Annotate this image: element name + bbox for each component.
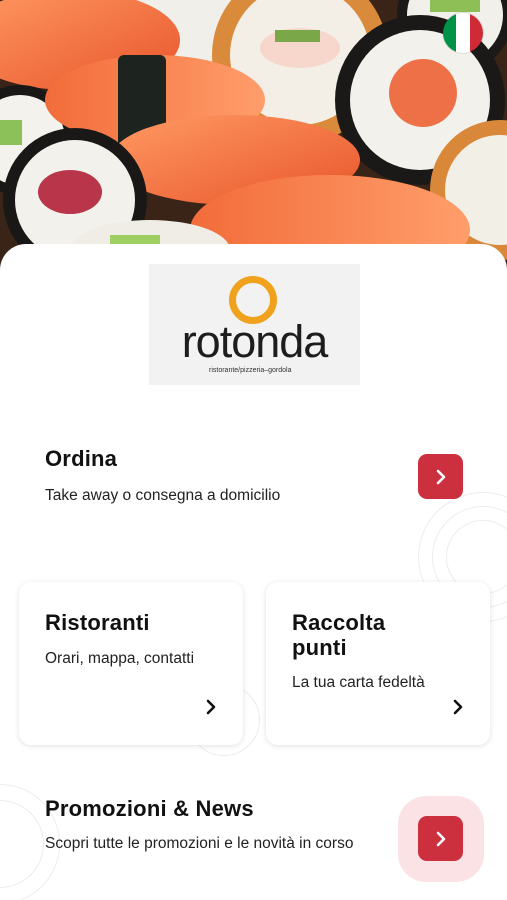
raccolta-punti-card[interactable]: Raccolta punti La tua carta fedeltà — [266, 582, 490, 745]
hero-image — [0, 0, 507, 270]
ordina-button[interactable] — [418, 454, 463, 499]
chevron-right-icon — [453, 699, 463, 715]
ristoranti-subtitle: Orari, mappa, contatti — [45, 650, 195, 667]
chevron-right-icon — [436, 831, 445, 846]
ristoranti-title: Ristoranti — [45, 610, 150, 635]
ordina-subtitle: Take away o consegna a domicilio — [45, 487, 281, 504]
italy-flag-icon[interactable] — [443, 13, 483, 53]
chevron-right-icon — [206, 699, 216, 715]
promozioni-button[interactable] — [418, 816, 463, 861]
ristoranti-card[interactable]: Ristoranti Orari, mappa, contatti — [19, 582, 243, 745]
logo-name: rotonda — [181, 316, 329, 367]
ordina-title: Ordina — [45, 446, 118, 471]
sushi-photo — [0, 0, 507, 270]
chevron-right-icon — [436, 469, 445, 484]
decorative-ring — [0, 800, 44, 888]
promozioni-subtitle: Scopri tutte le promozioni e le novità i… — [45, 835, 354, 852]
promozioni-title: Promozioni & News — [45, 796, 254, 821]
main-card: rotonda ristorante/pizzeria–gordola Ordi… — [0, 244, 507, 900]
logo-tagline: ristorante/pizzeria–gordola — [209, 367, 292, 374]
raccolta-title: Raccolta punti — [292, 610, 386, 660]
raccolta-subtitle: La tua carta fedeltà — [292, 674, 425, 691]
restaurant-logo: rotonda ristorante/pizzeria–gordola — [149, 264, 360, 385]
